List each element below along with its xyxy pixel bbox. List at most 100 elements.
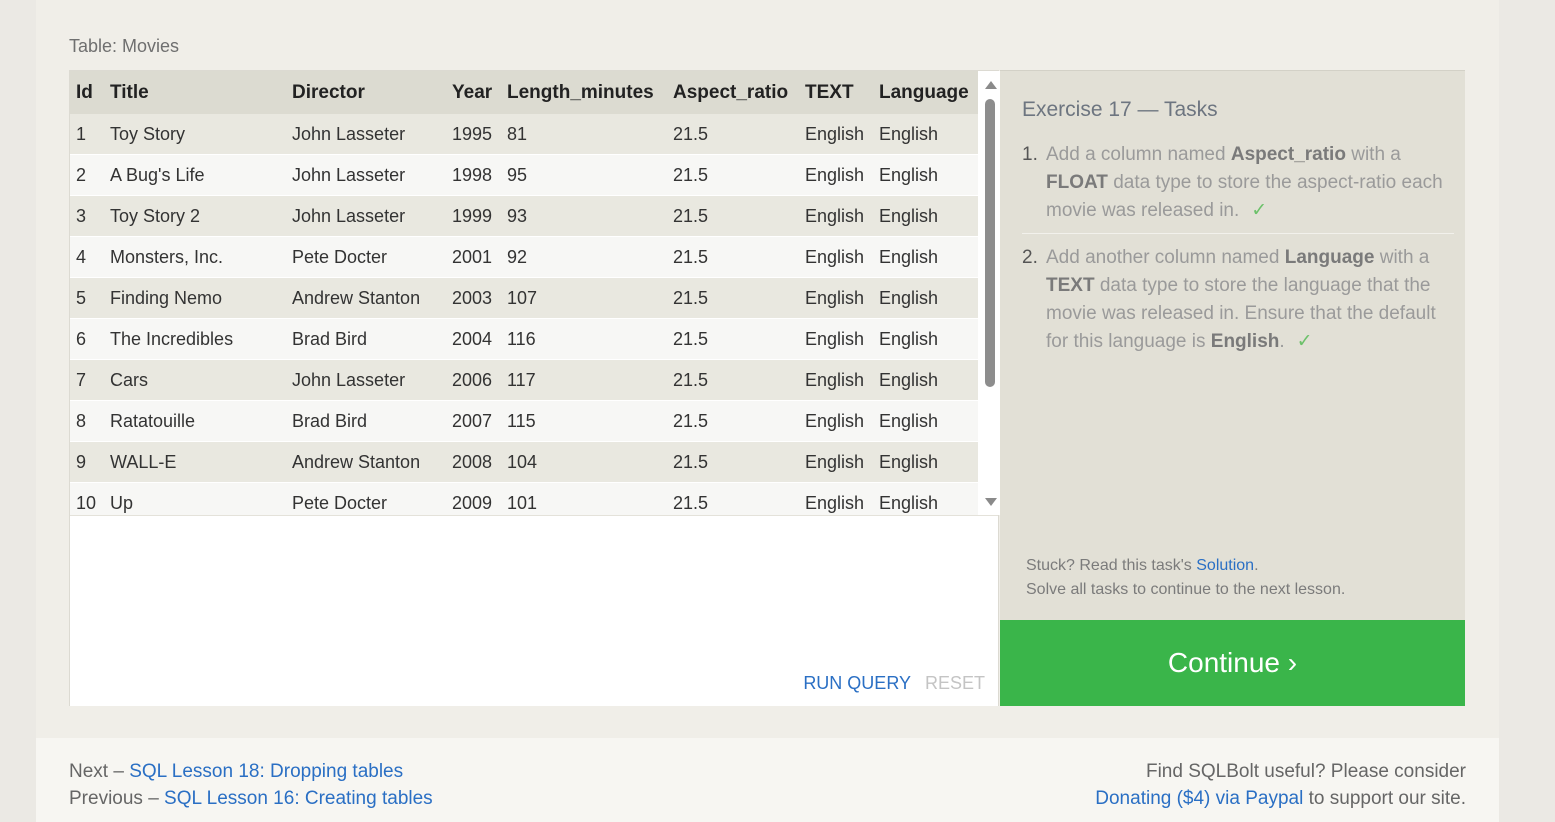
table-row: 3 Toy Story 2 John Lasseter 1999 93 21.5 Engli…: [70, 195, 978, 237]
cell-language: English: [873, 114, 978, 155]
table-row: 7 Cars John Lasseter 2006 117 21.5 English Engl…: [70, 359, 978, 401]
cell-title: Finding Nemo: [104, 277, 286, 319]
cell-aspect-ratio: 21.5: [667, 400, 799, 442]
cell-aspect-ratio: 21.5: [667, 359, 799, 401]
cell-language: English: [873, 236, 978, 278]
task-number: 2.: [1022, 247, 1038, 268]
cell-length-minutes: 81: [501, 114, 667, 155]
cell-year: 2008: [446, 441, 501, 483]
column-header-language: Language: [873, 71, 978, 114]
continue-button[interactable]: Continue ›: [1000, 620, 1465, 706]
support-text: Find SQLBolt useful? Please consider: [1145, 761, 1466, 782]
cell-aspect-ratio: 21.5: [667, 195, 799, 237]
task-item: 1. Add a column named Aspect_ratio with …: [1022, 141, 1454, 234]
nav-label: Previous –: [69, 788, 165, 809]
query-editor[interactable]: RUN QUERY RESET: [70, 515, 998, 706]
nav-label: Next –: [69, 761, 130, 782]
cell-aspect-ratio: 21.5: [667, 236, 799, 278]
cell-title: Ratatouille: [104, 400, 286, 442]
previous-lesson-link[interactable]: SQL Lesson 16: Creating tables: [164, 788, 433, 809]
cell-text: English: [799, 400, 873, 442]
task-text: .: [1279, 331, 1285, 352]
cell-aspect-ratio: 21.5: [667, 482, 799, 515]
cell-language: English: [873, 482, 978, 515]
task-list: 1. Add a column named Aspect_ratio with …: [1022, 141, 1454, 356]
cell-year: 2003: [446, 277, 501, 319]
hint-text: .: [1254, 557, 1259, 574]
cell-language: English: [873, 441, 978, 483]
cell-length-minutes: 107: [501, 277, 667, 319]
cell-id: 1: [70, 114, 104, 155]
cell-text: English: [799, 114, 873, 155]
cell-title: WALL-E: [104, 441, 286, 483]
cell-year: 2009: [446, 482, 501, 515]
cell-text: English: [799, 236, 873, 278]
cell-director: John Lasseter: [286, 195, 446, 237]
task-text: Add a column named: [1046, 144, 1231, 165]
cell-language: English: [873, 400, 978, 442]
cell-text: English: [799, 195, 873, 237]
cell-title: Cars: [104, 359, 286, 401]
task-text: with a: [1345, 144, 1401, 165]
cell-language: English: [873, 359, 978, 401]
cell-year: 1999: [446, 195, 501, 237]
scrollbar-thumb[interactable]: [985, 99, 995, 387]
column-header-text: TEXT: [799, 71, 873, 114]
column-header-director: Director: [286, 71, 446, 114]
table-row: 6 The Incredibles Brad Bird 2004 116 21.5 Engl…: [70, 318, 978, 360]
task-item: 2. Add another column named Language wit…: [1022, 244, 1454, 356]
cell-director: John Lasseter: [286, 114, 446, 155]
cell-language: English: [873, 154, 978, 196]
cell-text: English: [799, 359, 873, 401]
footer: Next – SQL Lesson 18: Dropping tables Pr…: [36, 738, 1499, 822]
tasks-title: Exercise 17 — Tasks: [1022, 98, 1218, 121]
reset-button[interactable]: RESET: [925, 673, 985, 694]
hint-text: Solve all tasks to continue to the next …: [1026, 581, 1346, 598]
next-lesson-link[interactable]: SQL Lesson 18: Dropping tables: [129, 761, 403, 782]
cell-title: Monsters, Inc.: [104, 236, 286, 278]
table-row: 1 Toy Story John Lasseter 1995 81 21.5 English…: [70, 114, 978, 155]
lesson-nav: Next – SQL Lesson 18: Dropping tables Pr…: [69, 758, 433, 812]
run-query-button[interactable]: RUN QUERY: [803, 673, 911, 694]
cell-year: 2007: [446, 400, 501, 442]
task-keyword: English: [1210, 331, 1280, 352]
task-text: with a: [1374, 247, 1430, 268]
page: Table: Movies Id Title Director Year Len…: [36, 0, 1499, 822]
table-row: 8 Ratatouille Brad Bird 2007 115 21.5 English E…: [70, 400, 978, 442]
cell-text: English: [799, 441, 873, 483]
cell-language: English: [873, 195, 978, 237]
results-scrollbar[interactable]: [980, 71, 1000, 515]
table-caption: Table: Movies: [69, 36, 180, 56]
cell-director: Brad Bird: [286, 318, 446, 360]
cell-length-minutes: 95: [501, 154, 667, 196]
cell-title: Toy Story: [104, 114, 286, 155]
cell-length-minutes: 92: [501, 236, 667, 278]
cell-director: Brad Bird: [286, 400, 446, 442]
solution-link[interactable]: Solution: [1196, 557, 1254, 574]
cell-director: John Lasseter: [286, 359, 446, 401]
scroll-down-arrow-icon[interactable]: [985, 498, 997, 506]
donate-link[interactable]: Donating ($4) via Paypal: [1095, 788, 1303, 809]
results-table-viewport[interactable]: Id Title Director Year Length_minutes As…: [70, 71, 1000, 515]
cell-id: 6: [70, 318, 104, 360]
scroll-up-arrow-icon[interactable]: [985, 81, 997, 89]
cell-director: Andrew Stanton: [286, 441, 446, 483]
column-header-id: Id: [70, 71, 104, 114]
cell-id: 2: [70, 154, 104, 196]
cell-length-minutes: 104: [501, 441, 667, 483]
cell-length-minutes: 117: [501, 359, 667, 401]
cell-text: English: [799, 482, 873, 515]
checkmark-icon: ✓: [1251, 200, 1268, 221]
column-header-length-minutes: Length_minutes: [501, 71, 667, 114]
cell-id: 3: [70, 195, 104, 237]
cell-text: English: [799, 318, 873, 360]
support-message: Find SQLBolt useful? Please consider Don…: [1095, 758, 1466, 812]
cell-year: 2004: [446, 318, 501, 360]
cell-length-minutes: 93: [501, 195, 667, 237]
task-number: 1.: [1022, 144, 1038, 165]
cell-director: Andrew Stanton: [286, 277, 446, 319]
cell-length-minutes: 115: [501, 400, 667, 442]
cell-id: 4: [70, 236, 104, 278]
cell-aspect-ratio: 21.5: [667, 114, 799, 155]
cell-year: 2001: [446, 236, 501, 278]
